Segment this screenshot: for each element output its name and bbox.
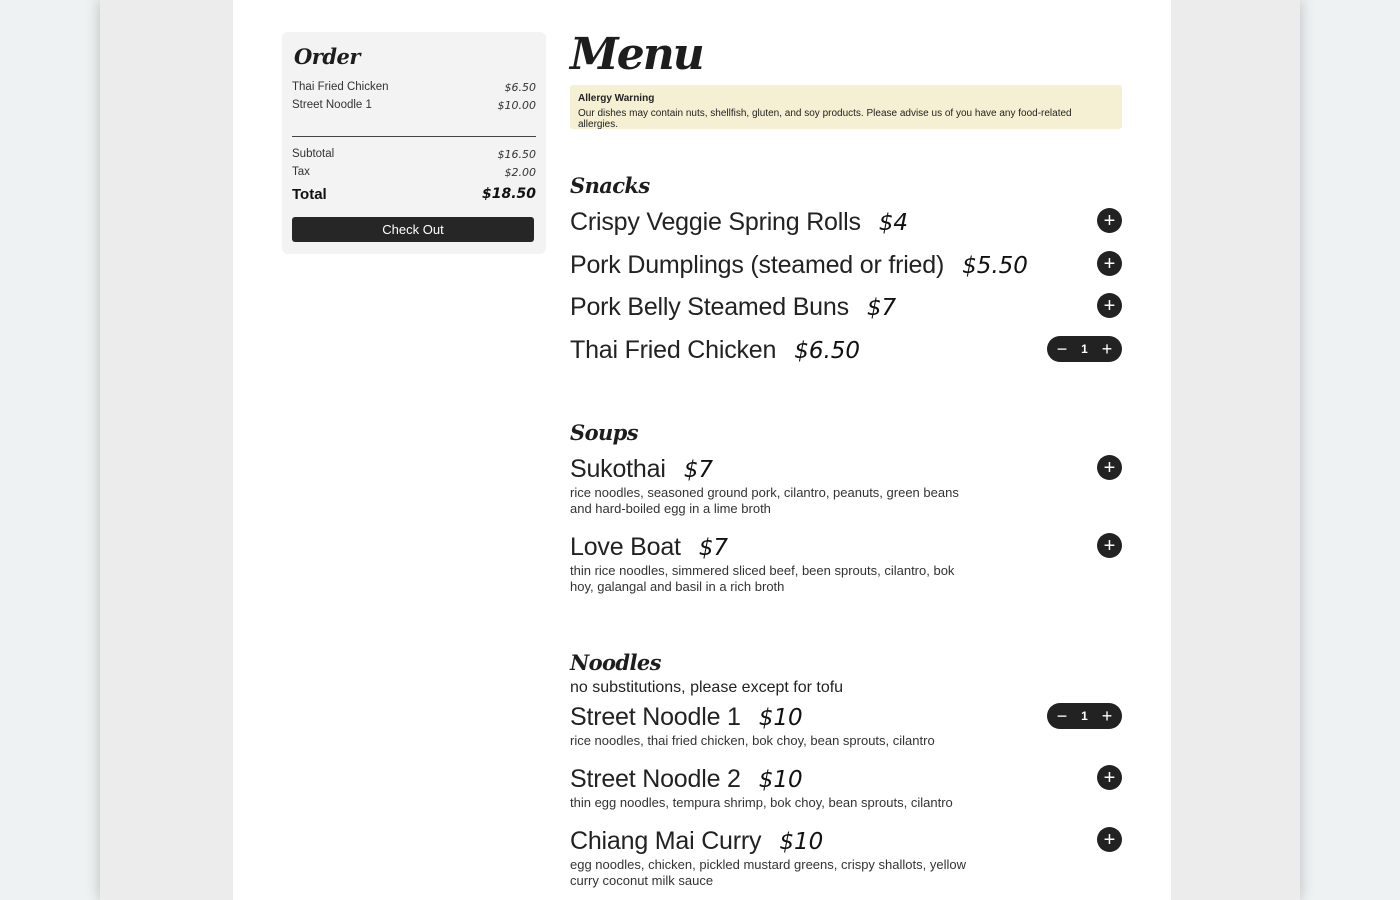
- add-item-button[interactable]: +: [1097, 533, 1122, 558]
- add-item-button[interactable]: +: [1097, 455, 1122, 480]
- section-title-soups: Soups: [570, 420, 639, 445]
- add-item-button[interactable]: +: [1097, 293, 1122, 318]
- menu: Menu Allergy Warning Our dishes may cont…: [570, 28, 1122, 889]
- plus-icon: +: [1103, 828, 1116, 851]
- menu-item-price: $6.50: [794, 338, 861, 364]
- add-item-button[interactable]: +: [1097, 251, 1122, 276]
- menu-item-price: $10: [779, 829, 824, 855]
- total-value: $18.50: [481, 186, 536, 202]
- checkout-button[interactable]: Check Out: [292, 217, 534, 242]
- order-item-price: $6.50: [504, 80, 537, 94]
- menu-item-description: rice noodles, seasoned ground pork, cila…: [570, 485, 959, 516]
- app-frame: Order Thai Fried Chicken $6.50 Street No…: [100, 0, 1300, 900]
- menu-item-description: thin rice noodles, simmered sliced beef,…: [570, 563, 955, 594]
- menu-item-name: Street Noodle 1: [570, 703, 741, 731]
- quantity-value: 1: [1081, 709, 1088, 723]
- menu-item-description: thin egg noodles, tempura shrimp, bok ch…: [570, 795, 953, 810]
- menu-item: Chiang Mai Curry $10 egg noodles, chicke…: [570, 827, 1122, 889]
- subtotal-row: Subtotal $16.50: [292, 145, 536, 163]
- add-item-button[interactable]: +: [1097, 765, 1122, 790]
- menu-item-name: Thai Fried Chicken: [570, 336, 777, 364]
- menu-item-name: Pork Dumplings (steamed or fried): [570, 251, 945, 279]
- menu-item: Street Noodle 1 $10 rice noodles, thai f…: [570, 703, 1122, 765]
- menu-item-price: $7: [866, 295, 897, 321]
- plus-icon: +: [1103, 294, 1116, 317]
- menu-item-description: rice noodles, thai fried chicken, bok ch…: [570, 733, 935, 748]
- plus-icon[interactable]: +: [1100, 340, 1114, 358]
- menu-item: Pork Belly Steamed Buns $7 +: [570, 293, 1122, 336]
- menu-item: Crispy Veggie Spring Rolls $4 +: [570, 208, 1122, 251]
- order-panel: Order Thai Fried Chicken $6.50 Street No…: [282, 32, 546, 254]
- menu-item: Love Boat $7 thin rice noodles, simmered…: [570, 533, 1122, 611]
- quantity-value: 1: [1081, 342, 1088, 356]
- total-label: Total: [292, 185, 327, 203]
- section-snacks: Snacks Crispy Veggie Spring Rolls $4 + P…: [570, 172, 1122, 379]
- section-title-noodles: Noodles: [570, 650, 661, 675]
- menu-item-price: $10: [758, 705, 803, 731]
- add-item-button[interactable]: +: [1097, 827, 1122, 852]
- order-title: Order: [294, 44, 360, 69]
- menu-item: Street Noodle 2 $10 thin egg noodles, te…: [570, 765, 1122, 827]
- menu-title: Menu: [570, 29, 705, 80]
- menu-item-name: Street Noodle 2: [570, 765, 741, 793]
- add-item-button[interactable]: +: [1097, 208, 1122, 233]
- section-soups: Soups Sukothai $7 rice noodles, seasoned…: [570, 419, 1122, 611]
- tax-value: $2.00: [504, 165, 537, 179]
- allergy-warning-text: Our dishes may contain nuts, shellfish, …: [578, 108, 1072, 130]
- order-item-price: $10.00: [497, 98, 537, 112]
- section-noodles: Noodles no substitutions, please except …: [570, 649, 1122, 889]
- menu-item-name: Love Boat: [570, 533, 681, 561]
- menu-page: Order Thai Fried Chicken $6.50 Street No…: [233, 0, 1171, 900]
- order-item: Thai Fried Chicken $6.50: [292, 78, 536, 96]
- menu-item: Pork Dumplings (steamed or fried) $5.50 …: [570, 251, 1122, 293]
- allergy-warning-title: Allergy Warning: [578, 93, 655, 104]
- quantity-stepper: − 1 +: [1047, 336, 1122, 362]
- order-item-name: Street Noodle 1: [292, 99, 372, 111]
- menu-item: Thai Fried Chicken $6.50 − 1 +: [570, 336, 1122, 379]
- tax-row: Tax $2.00: [292, 163, 536, 181]
- menu-item-description: egg noodles, chicken, pickled mustard gr…: [570, 857, 966, 888]
- subtotal-value: $16.50: [497, 147, 537, 161]
- total-row: Total $18.50: [292, 181, 536, 207]
- menu-item-name: Pork Belly Steamed Buns: [570, 293, 849, 321]
- menu-item-price: $7: [698, 535, 729, 561]
- menu-item-price: $4: [878, 210, 909, 236]
- section-note: no substitutions, please except for tofu: [570, 679, 844, 696]
- order-item-name: Thai Fried Chicken: [292, 81, 389, 93]
- plus-icon: +: [1103, 209, 1116, 232]
- menu-item-price: $5.50: [962, 253, 1028, 279]
- plus-icon[interactable]: +: [1100, 707, 1114, 725]
- tax-label: Tax: [292, 166, 310, 178]
- quantity-stepper: − 1 +: [1047, 703, 1122, 729]
- menu-item-price: $10: [758, 767, 803, 793]
- allergy-warning: Allergy Warning Our dishes may contain n…: [570, 85, 1122, 130]
- subtotal-label: Subtotal: [292, 148, 335, 160]
- order-divider: [292, 136, 536, 137]
- plus-icon: +: [1103, 252, 1116, 275]
- menu-item-name: Sukothai: [570, 455, 666, 483]
- plus-icon: +: [1103, 766, 1116, 789]
- section-title-snacks: Snacks: [570, 173, 650, 198]
- order-item: Street Noodle 1 $10.00: [292, 96, 536, 114]
- minus-icon[interactable]: −: [1055, 707, 1069, 725]
- menu-item-name: Crispy Veggie Spring Rolls: [570, 208, 861, 236]
- plus-icon: +: [1103, 456, 1116, 479]
- menu-item: Sukothai $7 rice noodles, seasoned groun…: [570, 455, 1122, 533]
- minus-icon[interactable]: −: [1055, 340, 1069, 358]
- menu-item-name: Chiang Mai Curry: [570, 827, 762, 855]
- plus-icon: +: [1103, 534, 1116, 557]
- menu-item-price: $7: [683, 457, 713, 483]
- order-items: Thai Fried Chicken $6.50 Street Noodle 1…: [292, 78, 536, 136]
